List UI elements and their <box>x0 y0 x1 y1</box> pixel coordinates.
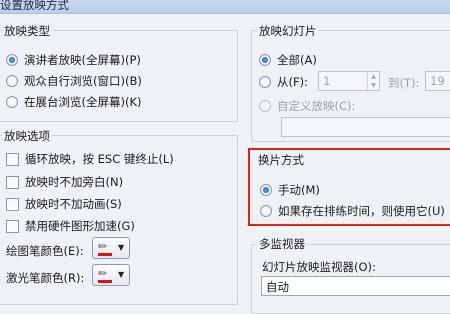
radio-manual[interactable]: 手动(M) <box>260 182 320 198</box>
chevron-down-icon: ▼ <box>118 243 125 252</box>
check-no-narration[interactable]: 放映时不加旁白(N) <box>6 174 123 190</box>
check-no-hw-accel-box[interactable] <box>6 219 19 233</box>
check-no-narration-label: 放映时不加旁白(N) <box>25 175 124 189</box>
check-no-animation[interactable]: 放映时不加动画(S) <box>6 196 122 212</box>
radio-custom-dot[interactable] <box>259 100 271 112</box>
pen-color-swatch <box>98 253 112 256</box>
from-value: 1 <box>323 74 331 88</box>
pen-color-label: 绘图笔颜色(E): <box>6 244 84 258</box>
show-options-title: 放映选项 <box>2 128 52 144</box>
radio-use-timings-dot[interactable] <box>260 205 272 217</box>
radio-presenter[interactable]: 演讲者放映(全屏幕)(P) <box>6 52 141 68</box>
laser-color-label: 激光笔颜色(R): <box>6 271 85 285</box>
check-loop-box[interactable] <box>6 152 19 166</box>
radio-window-dot[interactable] <box>6 75 18 87</box>
check-no-animation-label: 放映时不加动画(S) <box>25 197 122 211</box>
radio-kiosk-label: 在展台浏览(全屏幕)(K) <box>24 95 142 109</box>
check-no-narration-box[interactable] <box>6 175 19 189</box>
radio-use-timings-label: 如果存在排练时间，则使用它(U) <box>278 204 445 218</box>
title-bar: 设置放映方式 <box>0 0 450 14</box>
laser-color-swatch <box>98 280 112 283</box>
radio-window[interactable]: 观众自行浏览(窗口)(B) <box>6 73 142 89</box>
custom-show-select[interactable] <box>281 117 450 137</box>
show-type-title: 放映类型 <box>2 23 52 39</box>
radio-window-label: 观众自行浏览(窗口)(B) <box>24 74 142 88</box>
to-label: 到(T): <box>388 76 420 90</box>
radio-from-dot[interactable] <box>259 76 271 88</box>
radio-manual-dot[interactable] <box>260 184 272 196</box>
monitor-select[interactable]: 自动 <box>261 276 450 296</box>
to-value: 19 <box>430 74 445 88</box>
check-no-hw-accel[interactable]: 禁用硬件图形加速(G) <box>6 218 135 234</box>
advance-title: 换片方式 <box>258 153 304 167</box>
radio-presenter-dot[interactable] <box>6 54 18 66</box>
radio-presenter-label: 演讲者放映(全屏幕)(P) <box>24 53 141 67</box>
laser-color-button[interactable]: ✏ ▼ <box>92 264 130 286</box>
radio-all-slides-dot[interactable] <box>259 54 271 66</box>
pen-bucket-icon: ✏ <box>98 240 108 253</box>
laser-bucket-icon: ✏ <box>98 267 108 280</box>
radio-manual-label: 手动(M) <box>278 183 320 197</box>
radio-custom[interactable]: 自定义放映(C): <box>259 98 355 114</box>
check-loop[interactable]: 循环放映，按 ESC 键终止(L) <box>6 151 174 167</box>
radio-from[interactable]: 从(F): <box>259 74 308 90</box>
monitor-select-value: 自动 <box>266 280 289 294</box>
radio-from-label: 从(F): <box>277 75 308 89</box>
check-no-hw-accel-label: 禁用硬件图形加速(G) <box>25 219 135 233</box>
check-loop-label: 循环放映，按 ESC 键终止(L) <box>25 152 174 166</box>
radio-all-slides[interactable]: 全部(A) <box>259 52 317 68</box>
pen-color-button[interactable]: ✏ ▼ <box>92 237 130 259</box>
radio-kiosk[interactable]: 在展台浏览(全屏幕)(K) <box>6 94 142 110</box>
radio-all-slides-label: 全部(A) <box>277 53 317 67</box>
monitors-title: 多监视器 <box>257 236 307 252</box>
radio-kiosk-dot[interactable] <box>6 96 18 108</box>
spinner-arrows-icon[interactable]: ▲ ▼ <box>367 72 379 90</box>
window-title: 设置放映方式 <box>0 0 69 12</box>
radio-use-timings[interactable]: 如果存在排练时间，则使用它(U) <box>260 203 445 219</box>
chevron-down-icon: ▼ <box>118 270 125 279</box>
slides-title: 放映幻灯片 <box>257 23 319 39</box>
from-spinner[interactable]: 1 ▲ ▼ <box>318 71 380 91</box>
monitor-label: 幻灯片放映监视器(O): <box>262 260 376 274</box>
to-spinner[interactable]: 19 <box>425 71 450 91</box>
radio-custom-label: 自定义放映(C): <box>277 99 356 113</box>
check-no-animation-box[interactable] <box>6 197 19 211</box>
